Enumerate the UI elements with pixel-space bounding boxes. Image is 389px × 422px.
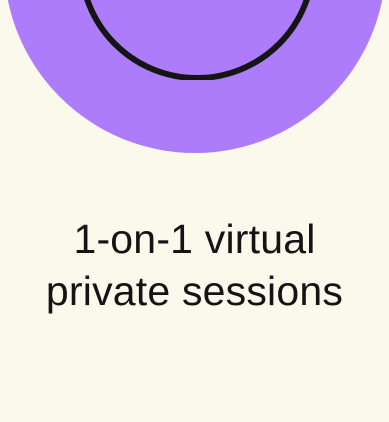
feature-title-line-1: 1-on-1 virtual — [73, 216, 316, 262]
feature-title-line-2: private sessions — [45, 268, 344, 314]
feature-title: 1-on-1 virtual private sessions — [0, 213, 389, 317]
circle-ring-icon — [84, 0, 310, 80]
feature-card: 1-on-1 virtual private sessions — [0, 0, 389, 422]
